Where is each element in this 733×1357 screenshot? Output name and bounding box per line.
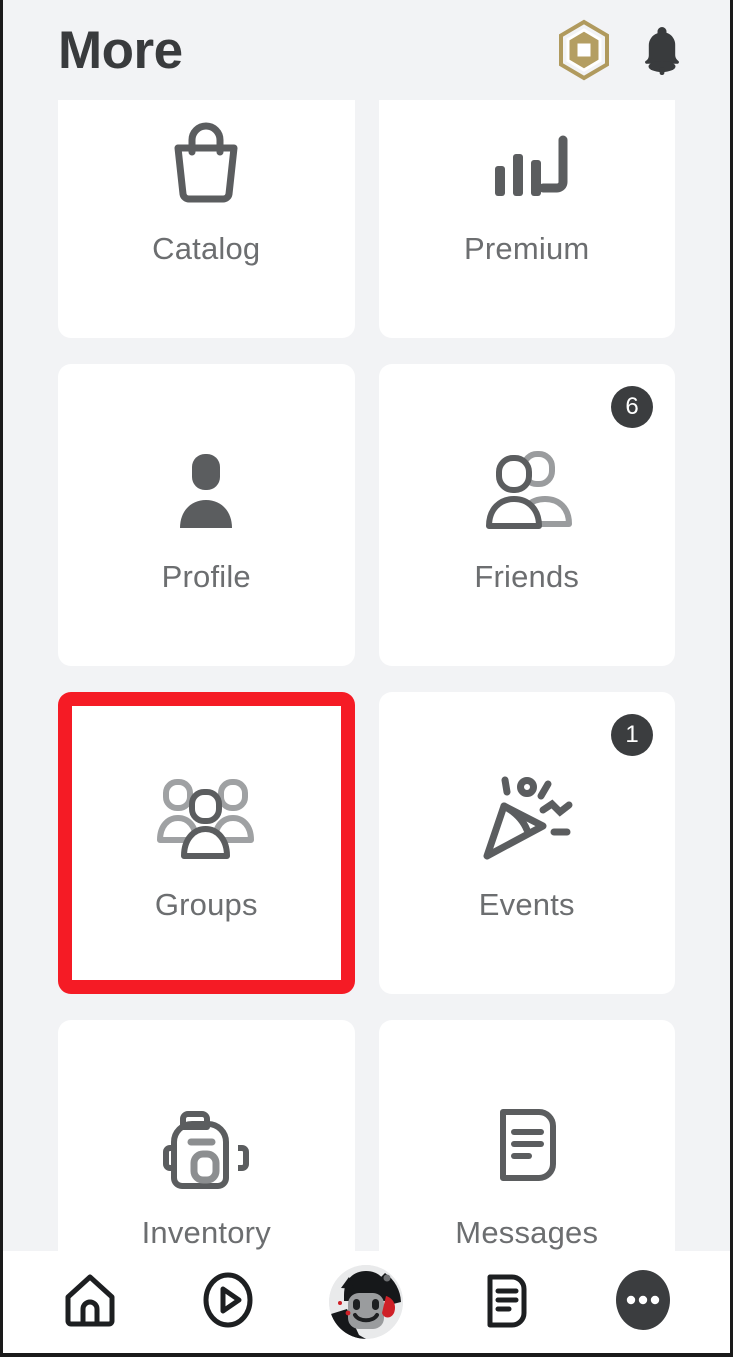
backpack-icon bbox=[158, 1091, 254, 1201]
menu-card-label: Catalog bbox=[152, 231, 261, 266]
menu-card-inventory[interactable]: Inventory bbox=[58, 1020, 355, 1251]
menu-grid-scroll[interactable]: Catalog Premium Profile 6 Friends Groups… bbox=[3, 100, 730, 1251]
header-actions bbox=[556, 19, 684, 81]
two-people-icon bbox=[477, 435, 577, 545]
menu-card-catalog[interactable]: Catalog bbox=[58, 100, 355, 338]
status-badge: 6 bbox=[611, 386, 653, 428]
menu-card-label: Groups bbox=[154, 887, 258, 922]
app-screen: More Catalog Premium Profile 6 Friends G… bbox=[0, 0, 733, 1357]
shopping-bag-icon bbox=[158, 107, 254, 217]
nav-item-more[interactable] bbox=[599, 1258, 687, 1346]
menu-card-friends[interactable]: 6 Friends bbox=[378, 364, 675, 666]
home-icon bbox=[59, 1269, 121, 1336]
menu-card-profile[interactable]: Profile bbox=[58, 364, 355, 666]
bottom-navigation-bar bbox=[3, 1251, 730, 1353]
message-page-icon bbox=[479, 1091, 575, 1201]
status-badge: 1 bbox=[611, 714, 653, 756]
menu-card-label: Messages bbox=[455, 1215, 599, 1250]
menu-card-label: Inventory bbox=[141, 1215, 271, 1250]
nav-item-chat[interactable] bbox=[461, 1258, 549, 1346]
menu-card-label: Events bbox=[478, 887, 575, 922]
three-people-icon bbox=[156, 763, 256, 873]
menu-grid: Catalog Premium Profile 6 Friends Groups… bbox=[58, 100, 675, 1251]
ellipsis-circle-icon bbox=[611, 1268, 675, 1337]
nav-item-avatar[interactable] bbox=[322, 1258, 410, 1346]
bell-icon[interactable] bbox=[640, 23, 684, 77]
menu-card-messages[interactable]: Messages bbox=[378, 1020, 675, 1251]
menu-card-premium[interactable]: Premium bbox=[378, 100, 675, 338]
play-circle-icon bbox=[197, 1269, 259, 1336]
party-popper-icon bbox=[477, 763, 577, 873]
menu-card-events[interactable]: 1 Events bbox=[378, 692, 675, 994]
page-title: More bbox=[58, 20, 183, 80]
nav-item-charts[interactable] bbox=[184, 1258, 272, 1346]
header: More bbox=[3, 0, 730, 100]
menu-card-label: Premium bbox=[464, 231, 590, 266]
menu-card-label: Profile bbox=[161, 559, 251, 594]
avatar-headshot-icon bbox=[329, 1265, 404, 1339]
nav-item-home[interactable] bbox=[46, 1258, 134, 1346]
menu-card-groups[interactable]: Groups bbox=[58, 692, 355, 994]
menu-card-label: Friends bbox=[474, 559, 580, 594]
person-filled-icon bbox=[158, 435, 254, 545]
chat-page-icon bbox=[474, 1269, 536, 1336]
robux-hexagon-icon[interactable] bbox=[556, 19, 612, 81]
premium-bars-icon bbox=[479, 107, 575, 217]
